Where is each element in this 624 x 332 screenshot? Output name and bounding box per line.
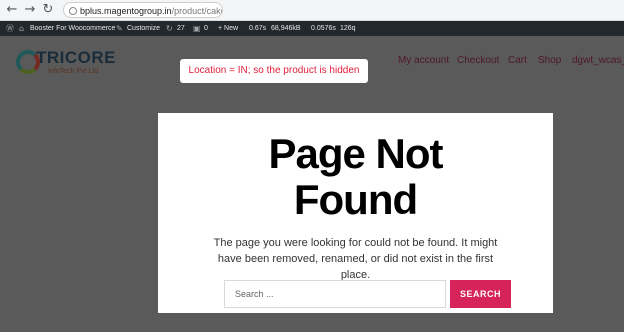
annotation-callout: Location = IN; so the product is hidden bbox=[180, 59, 368, 83]
url-host: bplus.magentogroup.in bbox=[80, 6, 172, 16]
not-found-message: The page you were looking for could not … bbox=[213, 237, 498, 281]
back-arrow-icon[interactable]: ← bbox=[4, 1, 20, 19]
brush-icon: ✎ bbox=[116, 24, 123, 33]
query-time[interactable]: 0.0576s bbox=[311, 21, 336, 36]
comments-count[interactable]: 0 bbox=[204, 21, 208, 36]
not-found-dialog: Page Not Found The page you were looking… bbox=[158, 113, 553, 313]
site-name-link[interactable]: Booster For Woocommerce bbox=[30, 21, 115, 36]
customize-link[interactable]: Customize bbox=[127, 21, 160, 36]
home-icon: ⌂ bbox=[19, 24, 25, 33]
page-title-line-1: Page Not bbox=[268, 130, 443, 177]
info-icon[interactable] bbox=[69, 7, 77, 15]
browser-toolbar: ← → ↻ bplus.magentogroup.in/product/cake… bbox=[0, 0, 624, 21]
page-title-line-2: Found bbox=[293, 176, 418, 223]
forward-arrow-icon[interactable]: → bbox=[22, 1, 38, 19]
wp-admin-bar: Ⓦ ⌂ Booster For Woocommerce ✎ Customize … bbox=[0, 21, 624, 36]
search-button[interactable]: SEARCH bbox=[450, 280, 511, 308]
address-bar[interactable]: bplus.magentogroup.in/product/cake-1/ bbox=[63, 2, 223, 18]
query-count[interactable]: 126q bbox=[340, 21, 356, 36]
load-time[interactable]: 0.67s bbox=[249, 21, 266, 36]
wordpress-logo-icon[interactable]: Ⓦ bbox=[6, 21, 14, 36]
memory-usage[interactable]: 68,946kB bbox=[271, 21, 301, 36]
page-title: Page Not Found bbox=[158, 131, 553, 223]
new-content-link[interactable]: + New bbox=[218, 21, 238, 36]
url-path: /product/cake-1/ bbox=[171, 6, 222, 16]
reload-icon[interactable]: ↻ bbox=[40, 1, 56, 19]
updates-icon: ↻ bbox=[166, 24, 173, 33]
updates-count[interactable]: 27 bbox=[177, 21, 185, 36]
search-input[interactable] bbox=[224, 280, 446, 308]
comments-icon: ▣ bbox=[193, 24, 201, 33]
